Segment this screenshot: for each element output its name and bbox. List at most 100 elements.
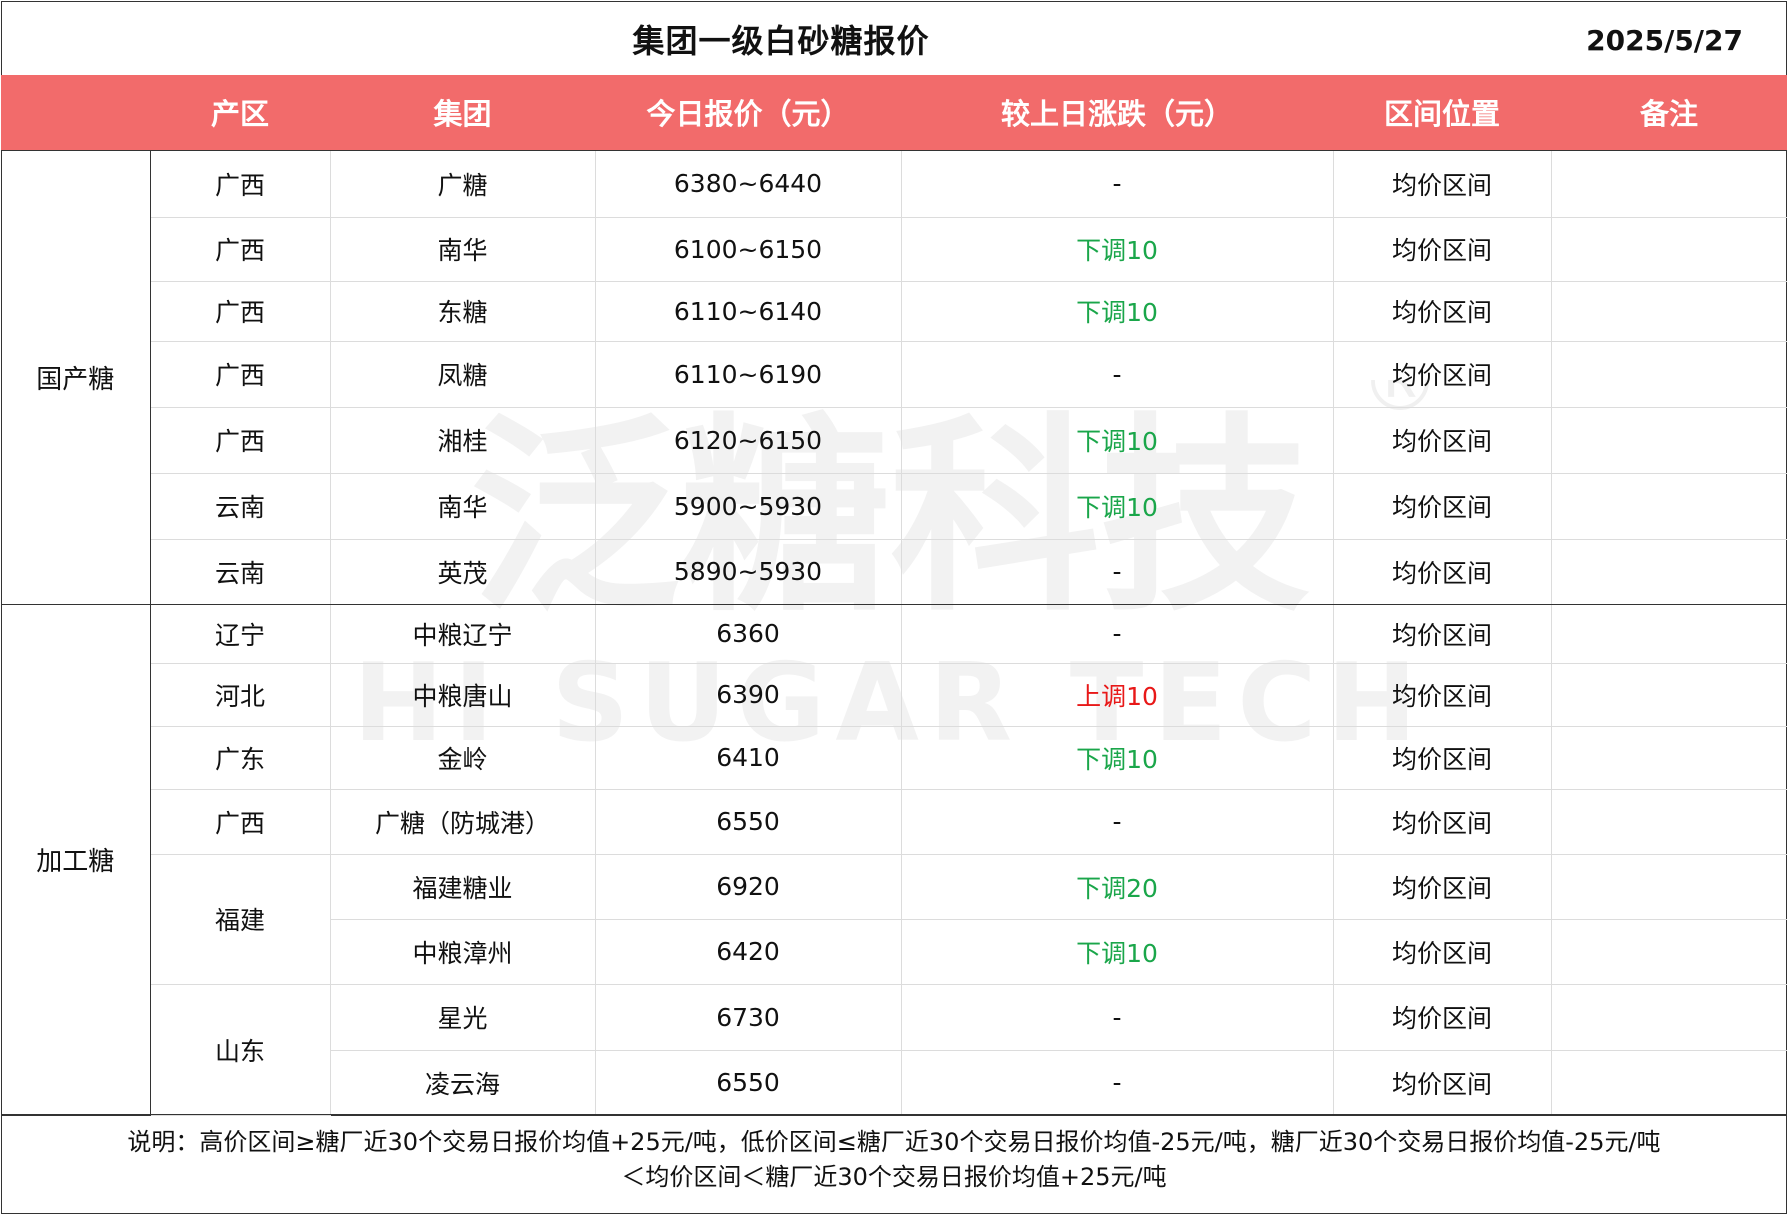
group-cell: 英茂 [330, 539, 596, 605]
position-cell: 均价区间 [1333, 341, 1552, 408]
change-cell: 下调10 [901, 726, 1334, 790]
region-cell: 云南 [150, 473, 331, 540]
note-cell [1551, 919, 1787, 985]
change-cell: 下调10 [901, 919, 1334, 985]
price-cell: 6920 [595, 854, 902, 920]
group-cell: 东糖 [330, 281, 596, 342]
header-note: 备注 [1639, 97, 1698, 131]
category-processed: 加工糖 [1, 604, 151, 1116]
note-cell [1551, 984, 1787, 1051]
note-cell [1551, 726, 1787, 790]
position-cell: 均价区间 [1333, 663, 1552, 727]
note-cell [1551, 663, 1787, 727]
note-cell [1551, 407, 1787, 474]
note-cell [1551, 341, 1787, 408]
group-cell: 中粮漳州 [330, 919, 596, 985]
price-cell: 6420 [595, 919, 902, 985]
group-cell: 福建糖业 [330, 854, 596, 920]
change-cell: 下调10 [901, 407, 1334, 474]
region-cell: 广东 [150, 726, 331, 790]
position-cell: 均价区间 [1333, 726, 1552, 790]
header-position: 区间位置 [1383, 97, 1500, 131]
note-cell [1551, 281, 1787, 342]
price-cell: 6110~6140 [595, 281, 902, 342]
table-row: 山东 星光 6730 - 均价区间 [1, 984, 1787, 1116]
position-cell: 均价区间 [1333, 984, 1552, 1051]
price-cell: 6410 [595, 726, 902, 790]
header-group: 集团 [433, 97, 492, 131]
position-cell: 均价区间 [1333, 217, 1552, 282]
price-cell: 6380~6440 [595, 151, 902, 218]
change-cell: - [901, 341, 1334, 408]
table-row: 广西 南华 6100~6150 下调10 均价区间 [1, 217, 1787, 282]
group-cell: 中粮唐山 [330, 663, 596, 727]
position-cell: 均价区间 [1333, 539, 1552, 605]
change-cell: - [901, 539, 1334, 605]
footnote-line-1: 说明：高价区间≥糖厂近30个交易日报价均值+25元/吨，低价区间≤糖厂近30个交… [127, 1128, 1661, 1156]
region-cell: 广西 [150, 789, 331, 855]
change-cell: 下调20 [901, 854, 1334, 920]
note-cell [1551, 151, 1787, 218]
group-cell: 金岭 [330, 726, 596, 790]
region-cell: 广西 [150, 217, 331, 282]
price-cell: 5900~5930 [595, 473, 902, 540]
group-cell: 星光 [330, 984, 596, 1051]
position-cell: 均价区间 [1333, 1050, 1552, 1116]
note-cell [1551, 473, 1787, 540]
footnote: 说明：高价区间≥糖厂近30个交易日报价均值+25元/吨，低价区间≤糖厂近30个交… [1, 1114, 1787, 1212]
report-date: 2025/5/27 [1586, 24, 1743, 57]
price-cell: 6120~6150 [595, 407, 902, 474]
region-cell: 广西 [150, 151, 331, 218]
group-cell: 南华 [330, 217, 596, 282]
region-cell: 山东 [150, 984, 331, 1116]
position-cell: 均价区间 [1333, 789, 1552, 855]
change-cell: 下调10 [901, 473, 1334, 540]
change-cell: - [901, 984, 1334, 1051]
change-cell: - [901, 604, 1334, 664]
change-cell: - [901, 151, 1334, 218]
table-row: 广西 广糖（防城港） 6550 - 均价区间 [1, 789, 1787, 855]
region-cell: 广西 [150, 281, 331, 342]
position-cell: 均价区间 [1333, 919, 1552, 985]
title-row: 集团一级白砂糖报价 2025/5/27 [1, 1, 1787, 75]
group-cell: 湘桂 [330, 407, 596, 474]
header-region: 产区 [210, 97, 269, 131]
price-cell: 6390 [595, 663, 902, 727]
price-cell: 6550 [595, 1050, 902, 1116]
price-cell: 6730 [595, 984, 902, 1051]
group-cell: 南华 [330, 473, 596, 540]
footnote-line-2: ＜均价区间＜糖厂近30个交易日报价均值+25元/吨 [621, 1163, 1167, 1191]
price-cell: 6100~6150 [595, 217, 902, 282]
position-cell: 均价区间 [1333, 407, 1552, 474]
price-cell: 6360 [595, 604, 902, 664]
category-domestic: 国产糖 [1, 151, 151, 605]
position-cell: 均价区间 [1333, 151, 1552, 218]
position-cell: 均价区间 [1333, 473, 1552, 540]
group-cell: 中粮辽宁 [330, 604, 596, 664]
note-cell [1551, 854, 1787, 920]
region-cell: 福建 [150, 854, 331, 985]
group-cell: 凤糖 [330, 341, 596, 408]
change-cell: - [901, 1050, 1334, 1116]
price-cell: 6110~6190 [595, 341, 902, 408]
change-cell: 上调10 [901, 663, 1334, 727]
note-cell [1551, 604, 1787, 664]
table-row: 广西 湘桂 6120~6150 下调10 均价区间 [1, 407, 1787, 474]
note-cell [1551, 1050, 1787, 1116]
region-cell: 云南 [150, 539, 331, 605]
position-cell: 均价区间 [1333, 854, 1552, 920]
price-table: 国产糖 广西 广糖 6380~6440 - 均价区间 广西 南华 6100~61… [1, 151, 1787, 1116]
table-row: 云南 英茂 5890~5930 - 均价区间 [1, 539, 1787, 605]
region-cell: 河北 [150, 663, 331, 727]
change-cell: 下调10 [901, 281, 1334, 342]
region-cell: 广西 [150, 407, 331, 474]
group-cell: 凌云海 [330, 1050, 596, 1116]
region-cell: 广西 [150, 341, 331, 408]
table-row: 国产糖 广西 广糖 6380~6440 - 均价区间 [1, 151, 1787, 605]
group-cell: 广糖（防城港） [330, 789, 596, 855]
price-cell: 6550 [595, 789, 902, 855]
table-row: 河北 中粮唐山 6390 上调10 均价区间 [1, 663, 1787, 727]
change-cell: 下调10 [901, 217, 1334, 282]
table-row: 广西 凤糖 6110~6190 - 均价区间 [1, 341, 1787, 408]
table-row: 福建 福建糖业 6920 下调20 均价区间 [1, 854, 1787, 985]
